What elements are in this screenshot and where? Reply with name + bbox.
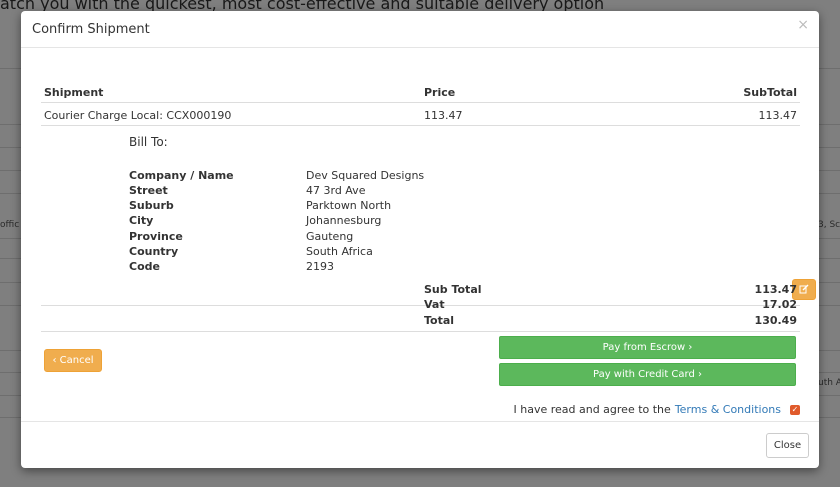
- shipment-description: Courier Charge Local: CCX000190: [44, 109, 232, 122]
- bill-field-street: Street 47 3rd Ave: [129, 184, 529, 199]
- shipment-price: 113.47: [424, 109, 463, 122]
- shipment-subtotal: 113.47: [758, 109, 798, 122]
- bill-field-value: South Africa: [306, 245, 373, 258]
- total-label: Total: [424, 314, 455, 327]
- total-label: Vat: [424, 298, 445, 311]
- cancel-button[interactable]: ‹ Cancel: [44, 349, 102, 372]
- bill-field-code: Code 2193: [129, 260, 529, 275]
- terms-link[interactable]: Terms & Conditions: [675, 403, 781, 416]
- bill-field-value: Dev Squared Designs: [306, 169, 425, 182]
- table-row: Courier Charge Local: CCX000190 113.47 1…: [41, 103, 800, 126]
- bill-field-value: Johannesburg: [306, 214, 382, 227]
- bill-field-suburb: Suburb Parktown North: [129, 199, 529, 214]
- total-value: 130.49: [754, 314, 797, 327]
- total-label: Sub Total: [424, 283, 482, 296]
- modal-title: Confirm Shipment: [32, 22, 150, 37]
- bill-field-value: 47 3rd Ave: [306, 184, 366, 197]
- bill-field-label: Province: [129, 230, 183, 243]
- total-value: 17.02: [762, 298, 797, 311]
- bill-field-label: Street: [129, 184, 168, 197]
- bill-field-value: Gauteng: [306, 230, 354, 243]
- total-row-subtotal: Sub Total 113.47: [424, 283, 800, 298]
- terms-checkbox[interactable]: ✓: [790, 404, 800, 415]
- total-value: 113.47: [754, 283, 797, 296]
- bill-field-label: Code: [129, 260, 160, 273]
- bill-field-company: Company / Name Dev Squared Designs: [129, 169, 529, 184]
- modal-header: Confirm Shipment ×: [21, 11, 819, 48]
- pay-with-credit-card-button[interactable]: Pay with Credit Card ›: [499, 363, 796, 386]
- total-row-vat: Vat 17.02: [424, 298, 800, 313]
- edit-icon: [799, 284, 809, 294]
- total-row-total: Total 130.49: [424, 314, 800, 329]
- shipment-table-header: Shipment Price SubTotal: [41, 80, 800, 103]
- bill-field-country: Country South Africa: [129, 245, 529, 260]
- bill-field-value: Parktown North: [306, 199, 392, 212]
- bill-field-label: City: [129, 214, 154, 227]
- pay-from-escrow-button[interactable]: Pay from Escrow ›: [499, 336, 796, 359]
- totals-divider: [41, 331, 800, 332]
- bill-field-label: Country: [129, 245, 179, 258]
- bill-field-province: Province Gauteng: [129, 230, 529, 245]
- column-header-subtotal: SubTotal: [743, 86, 797, 99]
- confirm-shipment-modal: Confirm Shipment × Shipment Price SubTot…: [21, 11, 819, 468]
- close-icon[interactable]: ×: [797, 18, 809, 32]
- close-button[interactable]: Close: [766, 433, 809, 458]
- terms-text: I have read and agree to the: [513, 403, 671, 416]
- bill-to-title: Bill To:: [129, 135, 168, 149]
- column-header-shipment: Shipment: [44, 86, 104, 99]
- terms-agreement: I have read and agree to the Terms & Con…: [513, 403, 800, 416]
- bill-field-city: City Johannesburg: [129, 214, 529, 229]
- modal-footer: Close: [21, 421, 819, 468]
- bill-field-label: Suburb: [129, 199, 174, 212]
- column-header-price: Price: [424, 86, 456, 99]
- bill-field-label: Company / Name: [129, 169, 234, 182]
- bill-field-value: 2193: [306, 260, 334, 273]
